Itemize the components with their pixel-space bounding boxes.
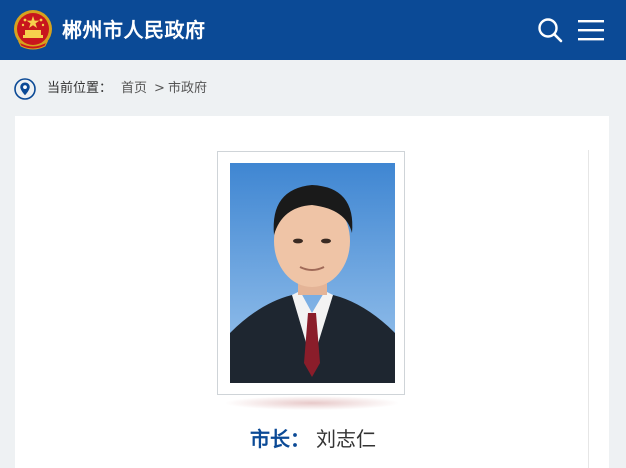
site-title[interactable]: 郴州市人民政府 — [62, 16, 206, 44]
official-portrait — [230, 163, 395, 383]
breadcrumb-label: 当前位置： — [47, 81, 113, 96]
portrait-shadow — [226, 396, 398, 410]
official-caption: 市长： 刘志仁 — [0, 426, 626, 452]
card-divider — [588, 150, 589, 468]
site-header: 郴州市人民政府 — [0, 0, 626, 60]
hamburger-menu-icon[interactable] — [578, 18, 604, 42]
official-name: 刘志仁 — [316, 427, 376, 451]
breadcrumb-separator: > — [154, 81, 165, 96]
official-role-label: 市长： — [250, 427, 310, 451]
search-icon[interactable] — [536, 16, 564, 44]
national-emblem-icon — [14, 10, 52, 50]
breadcrumb-home-link[interactable]: 首页 — [121, 80, 147, 98]
breadcrumb-city-government-link[interactable]: 市政府 — [168, 80, 207, 98]
location-pin-icon — [14, 78, 36, 100]
